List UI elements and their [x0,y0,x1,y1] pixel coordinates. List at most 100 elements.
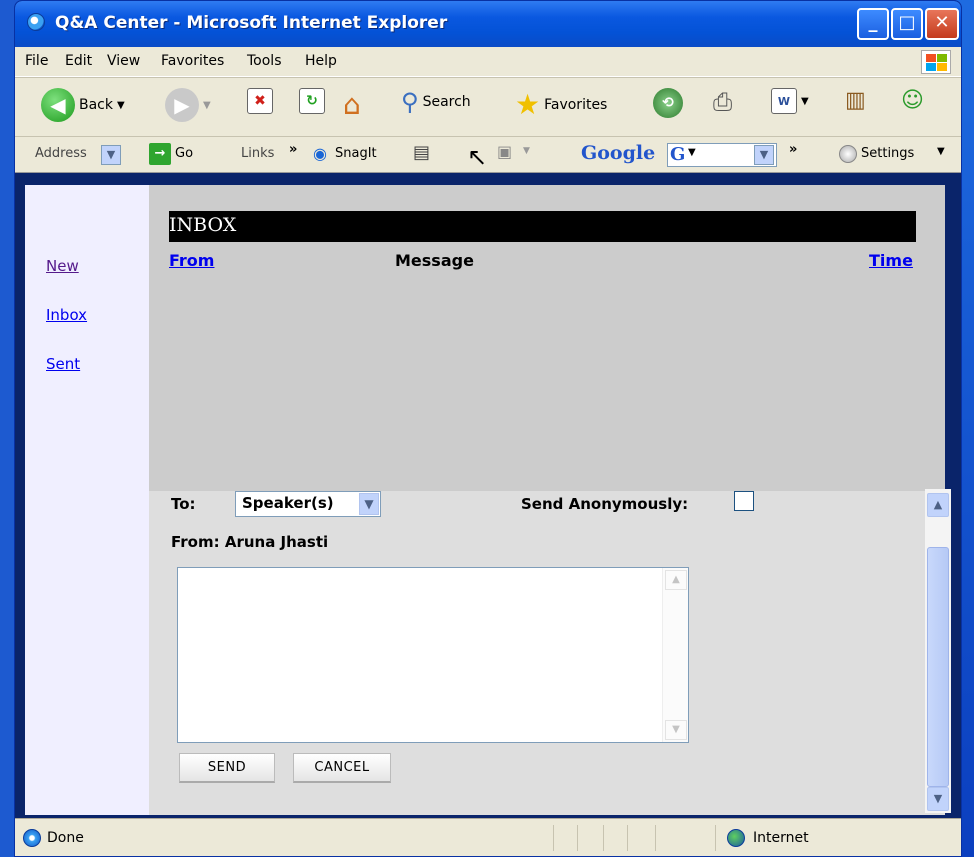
sort-from-link[interactable]: From [169,251,214,270]
word-icon: W [771,88,797,114]
forward-button[interactable]: ▶ ▼ [165,88,211,122]
refresh-button[interactable]: ↻ [299,88,325,114]
nav-sent-link[interactable]: Sent [46,355,80,373]
stop-button[interactable]: ✖ [247,88,273,114]
forward-dropdown-icon[interactable]: ▼ [203,100,211,111]
sort-time-link[interactable]: Time [869,251,913,270]
page-content: New Inbox Sent INBOX From Message Time T… [25,185,945,815]
browser-window: Q&A Center - Microsoft Internet Explorer… [14,0,962,857]
menu-view[interactable]: View [107,53,140,69]
refresh-icon: ↻ [299,88,325,114]
google-search-box[interactable]: G ▼ ▼ [667,143,777,167]
status-divider [577,825,578,851]
status-divider [553,825,554,851]
page-scroll-up-icon[interactable]: ▲ [927,493,949,517]
favorites-star-icon: ★ [515,88,541,121]
snagit-dropdown-icon[interactable]: ▼ [523,146,530,156]
compose-panel: To: Speaker(s) ▼ Send Anonymously: From:… [149,491,945,815]
links-more-icon[interactable]: » [289,142,297,157]
search-label: Search [422,94,471,110]
snagit-capture-icon[interactable]: ▤ [413,142,430,163]
inbox-header: INBOX [169,211,916,242]
go-label[interactable]: Go [175,146,193,161]
window-title: Q&A Center - Microsoft Internet Explorer [55,13,448,33]
from-column-header: From [169,251,214,270]
status-divider [627,825,628,851]
snagit-icon: ◉ [313,144,327,163]
menu-file[interactable]: File [25,53,48,69]
print-button[interactable]: ⎙ [713,88,732,116]
search-icon: ⚲ [401,88,419,116]
home-button[interactable]: ⌂ [343,88,361,121]
address-links-bar: Address ▼ → Go Links » ◉ SnagIt ▤ ↖ ▣ ▼ … [15,137,961,173]
edit-word-button[interactable]: W ▼ [771,88,809,114]
textarea-scroll-down-icon[interactable]: ▼ [665,720,687,740]
windows-logo-icon [921,50,951,74]
history-icon: ⟲ [653,88,683,118]
to-label: To: [171,495,196,513]
close-button[interactable]: ✕ [925,8,959,40]
google-g-dropdown-icon[interactable]: ▼ [688,147,696,158]
settings-button[interactable]: Settings [861,146,914,161]
address-label: Address [35,146,87,161]
menu-favorites[interactable]: Favorites [161,53,224,69]
printer-icon: ⎙ [713,88,733,116]
search-button[interactable]: ⚲ Search [401,88,471,116]
favorites-label: Favorites [544,96,608,113]
title-bar[interactable]: Q&A Center - Microsoft Internet Explorer… [15,1,961,47]
send-anonymously-checkbox[interactable] [734,491,754,511]
cancel-button[interactable]: CANCEL [293,753,391,783]
page-scroll-down-icon[interactable]: ▼ [927,787,949,811]
minimize-button[interactable]: _ [857,8,889,40]
google-dropdown-button[interactable]: ▼ [754,145,774,165]
page-scrollbar[interactable]: ▲ ▼ [925,489,951,813]
back-button[interactable]: ◀ Back ▼ [41,88,125,122]
nav-new-link[interactable]: New [46,257,79,275]
settings-dropdown-icon[interactable]: ▼ [937,146,945,157]
recipient-select[interactable]: Speaker(s) ▼ [235,491,381,517]
page-done-icon [23,829,41,847]
menu-help[interactable]: Help [305,53,337,69]
back-dropdown-icon[interactable]: ▼ [117,100,125,111]
settings-icon [839,145,857,163]
inbox-panel: INBOX From Message Time [149,185,945,491]
nav-inbox-link[interactable]: Inbox [46,306,87,324]
page-scroll-thumb[interactable] [927,547,949,787]
menu-edit[interactable]: Edit [65,53,92,69]
menu-bar: File Edit View Favorites Tools Help [15,47,961,77]
internet-globe-icon [727,829,745,847]
maximize-button[interactable]: □ [891,8,923,40]
forward-arrow-icon: ▶ [165,88,199,122]
snagit-button[interactable]: SnagIt [335,146,377,161]
security-zone-text: Internet [753,830,809,846]
google-logo: Google [581,142,656,164]
google-g-icon: G [670,144,686,165]
stop-icon: ✖ [247,88,273,114]
send-button[interactable]: SEND [179,753,275,783]
message-column-header: Message [395,251,474,270]
status-divider [715,825,716,851]
left-navigation: New Inbox Sent [25,185,149,815]
address-dropdown-button[interactable]: ▼ [101,145,121,165]
research-button[interactable]: ▥ [845,88,866,113]
recipient-dropdown-icon[interactable]: ▼ [359,493,379,515]
favorites-button[interactable]: ★ Favorites [515,88,607,121]
edit-dropdown-icon[interactable]: ▼ [801,96,809,107]
textarea-scroll-up-icon[interactable]: ▲ [665,570,687,590]
snagit-window-icon[interactable]: ▣ [497,142,512,161]
message-textarea[interactable]: ▲ ▼ [177,567,689,743]
recipient-value: Speaker(s) [242,494,334,512]
status-divider [655,825,656,851]
research-icon: ▥ [845,88,866,113]
go-arrow-icon[interactable]: → [149,143,171,165]
history-button[interactable]: ⟲ [653,88,683,118]
messenger-icon: ☺ [901,88,924,113]
menu-tools[interactable]: Tools [247,53,282,69]
toolbar-more-icon[interactable]: » [789,142,797,157]
standard-toolbar: ◀ Back ▼ ▶ ▼ ✖ ↻ ⌂ ⚲ Search ★ Favorites … [15,77,961,137]
ie-icon [27,13,45,31]
messenger-button[interactable]: ☺ [901,88,924,113]
time-column-header: Time [869,251,913,270]
textarea-scrollbar[interactable]: ▲ ▼ [662,568,688,742]
status-divider [603,825,604,851]
